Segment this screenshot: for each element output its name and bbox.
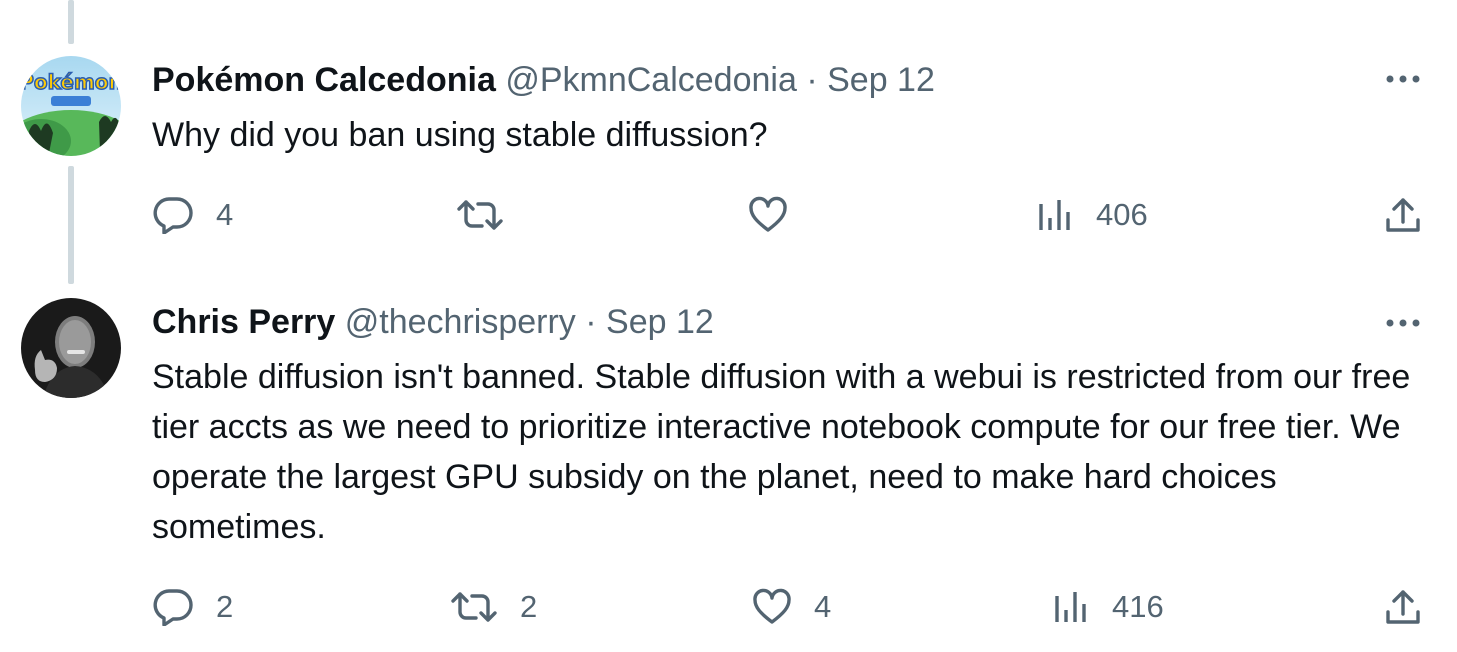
repost-button[interactable]: 2 — [450, 588, 537, 626]
avatar-pokemon-calcedonia[interactable]: Pokémon — [21, 56, 121, 156]
author-handle[interactable]: @PkmnCalcedonia — [505, 61, 797, 99]
repost-count: 2 — [520, 589, 538, 624]
repost-button[interactable] — [456, 196, 526, 234]
share-icon — [1386, 590, 1420, 624]
reply-icon — [153, 589, 193, 626]
separator: · — [585, 303, 597, 341]
tweet-header: Pokémon Calcedonia @PkmnCalcedonia · Sep… — [152, 60, 935, 100]
share-icon — [1386, 198, 1420, 232]
reply-count: 2 — [216, 589, 234, 624]
views-icon — [1055, 592, 1086, 622]
tweet-date[interactable]: Sep 12 — [606, 303, 714, 341]
views-button[interactable]: 406 — [1038, 196, 1148, 234]
reply-button[interactable]: 2 — [152, 588, 233, 626]
more-icon — [1386, 319, 1420, 327]
author-name[interactable]: Chris Perry — [152, 303, 335, 341]
repost-icon — [457, 200, 503, 230]
tweet-pokemon-calcedonia[interactable]: Pokémon Pokémon Calcedonia @PkmnCalcedon… — [0, 0, 1457, 286]
tweet-text: Why did you ban using stable diffussion? — [152, 116, 768, 154]
thread-view: Pokémon Pokémon Calcedonia @PkmnCalcedon… — [0, 0, 1457, 652]
views-icon — [1039, 200, 1070, 230]
author-handle[interactable]: @thechrisperry — [345, 303, 576, 341]
repost-icon — [451, 592, 497, 622]
avatar-image: Pokémon — [21, 56, 121, 156]
views-count: 416 — [1112, 589, 1164, 624]
tweet-text: Stable diffusion isn't banned. Stable di… — [152, 358, 1411, 546]
more-icon — [1386, 75, 1420, 83]
like-icon — [749, 196, 787, 232]
reply-button[interactable]: 4 — [152, 196, 233, 234]
like-button[interactable] — [748, 196, 810, 234]
author-name[interactable]: Pokémon Calcedonia — [152, 61, 496, 99]
tweet-date[interactable]: Sep 12 — [827, 61, 935, 99]
reply-icon — [153, 197, 193, 234]
tweet-header: Chris Perry @thechrisperry · Sep 12 — [152, 302, 714, 342]
like-button[interactable]: 4 — [752, 588, 831, 626]
more-button[interactable] — [1383, 64, 1423, 94]
reply-count: 4 — [216, 197, 234, 232]
more-button[interactable] — [1383, 308, 1423, 338]
views-button[interactable]: 416 — [1054, 588, 1164, 626]
avatar-chris-perry[interactable] — [21, 298, 121, 398]
share-button[interactable] — [1384, 588, 1422, 628]
avatar-logo-text: Pokémon — [21, 70, 121, 94]
tweet-chris-perry[interactable]: Chris Perry @thechrisperry · Sep 12 Stab… — [0, 286, 1457, 652]
avatar-image — [21, 298, 121, 398]
separator: · — [806, 61, 818, 99]
views-count: 406 — [1096, 197, 1148, 232]
like-count: 4 — [814, 589, 832, 624]
share-button[interactable] — [1384, 196, 1422, 236]
like-icon — [753, 588, 791, 624]
